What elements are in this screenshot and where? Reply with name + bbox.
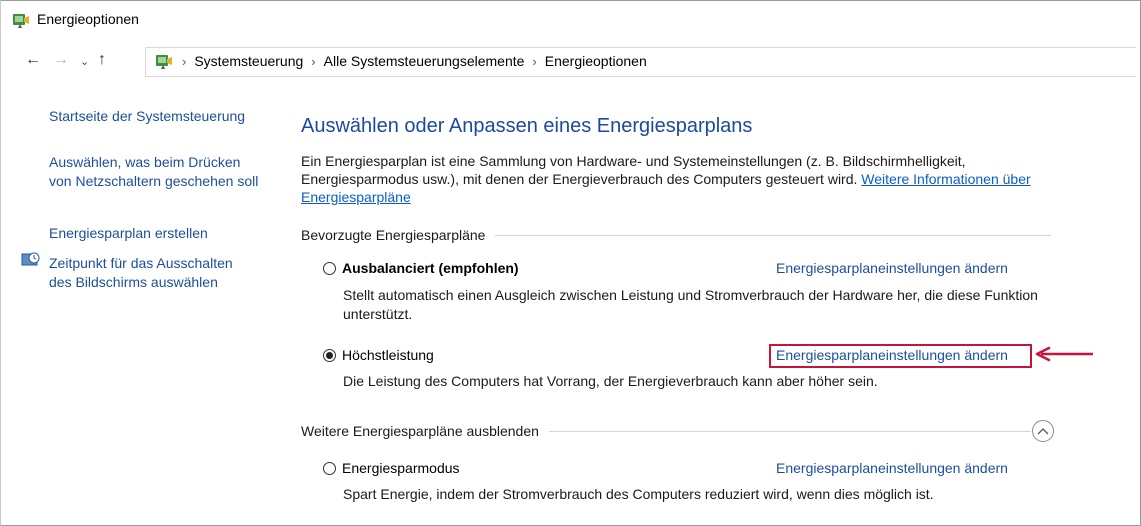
plan-high-performance-radio[interactable]: Höchstleistung xyxy=(323,347,434,363)
radio-button[interactable] xyxy=(323,261,336,275)
plan-balanced-settings-link[interactable]: Energiesparplaneinstellungen ändern xyxy=(776,260,1008,276)
preferred-plans-label: Bevorzugte Energiesparpläne xyxy=(301,227,486,243)
more-plans-label[interactable]: Weitere Energiesparpläne ausblenden xyxy=(301,423,539,439)
collapse-chevron-up-icon[interactable] xyxy=(1032,420,1054,442)
radio-button[interactable] xyxy=(323,461,336,475)
plan-name: Energiesparmodus xyxy=(342,460,460,476)
breadcrumb-separator: › xyxy=(311,54,316,69)
address-bar[interactable]: › Systemsteuerung › Alle Systemsteuerungsel… xyxy=(145,47,1136,77)
chevron-down-icon[interactable]: ⌄ xyxy=(80,52,89,72)
plan-name: Ausbalanciert (empfohlen) xyxy=(342,260,519,276)
plan-description: Die Leistung des Computers hat Vorrang, … xyxy=(343,373,878,389)
plan-name: Höchstleistung xyxy=(342,347,434,363)
red-arrow-icon xyxy=(1035,346,1093,362)
more-plans-heading: Weitere Energiesparpläne ausblenden xyxy=(301,423,1061,439)
sidebar-link-screen-off[interactable]: Zeitpunkt für das Ausschalten des Bildsc… xyxy=(49,254,259,292)
sidebar-link-create-plan[interactable]: Energiesparplan erstellen xyxy=(49,224,208,243)
highlight-box xyxy=(769,344,1032,368)
window-title: Energieoptionen xyxy=(37,11,139,27)
breadcrumb-separator: › xyxy=(532,54,537,69)
page-title: Auswählen oder Anpassen eines Energiespa… xyxy=(301,115,753,137)
arrow-left-icon[interactable]: ← xyxy=(25,50,41,70)
intro-text: Ein Energiesparplan ist eine Sammlung vo… xyxy=(301,152,1041,206)
divider xyxy=(495,234,1051,236)
plan-power-saver-settings-link[interactable]: Energiesparplaneinstellungen ändern xyxy=(776,460,1008,476)
plan-description: Stellt automatisch einen Ausgleich zwisc… xyxy=(343,287,1038,322)
breadcrumb-separator: › xyxy=(182,54,187,69)
sidebar-link-home[interactable]: Startseite der Systemsteuerung xyxy=(49,107,245,126)
power-options-icon xyxy=(13,14,29,28)
plan-balanced-radio[interactable]: Ausbalanciert (empfohlen) xyxy=(323,260,519,276)
preferred-plans-heading: Bevorzugte Energiesparpläne xyxy=(301,227,1051,243)
title-bar: Energieoptionen xyxy=(1,1,1140,41)
arrow-right-icon[interactable]: → xyxy=(53,50,69,70)
divider xyxy=(548,430,1031,432)
power-options-icon xyxy=(156,55,172,69)
radio-button-selected[interactable] xyxy=(323,348,336,362)
breadcrumb: › Systemsteuerung › Alle Systemsteuerungsel… xyxy=(182,53,647,69)
breadcrumb-alle-elemente[interactable]: Alle Systemsteuerungselemente xyxy=(324,53,525,69)
control-panel-window: Energieoptionen ← → ⌄ ↑ › Systemsteuerung… xyxy=(0,0,1141,526)
breadcrumb-systemsteuerung[interactable]: Systemsteuerung xyxy=(194,53,303,69)
clock-screen-icon xyxy=(21,252,40,266)
plan-power-saver-radio[interactable]: Energiesparmodus xyxy=(323,460,460,476)
plan-description: Spart Energie, indem der Stromverbrauch … xyxy=(343,486,934,502)
navigation-bar: ← → ⌄ ↑ › Systemsteuerung › Alle Systemsteu… xyxy=(1,45,1140,79)
breadcrumb-energieoptionen[interactable]: Energieoptionen xyxy=(545,53,647,69)
sidebar-link-power-buttons[interactable]: Auswählen, was beim Drücken von Netzscha… xyxy=(49,153,259,191)
arrow-up-icon[interactable]: ↑ xyxy=(98,50,106,70)
